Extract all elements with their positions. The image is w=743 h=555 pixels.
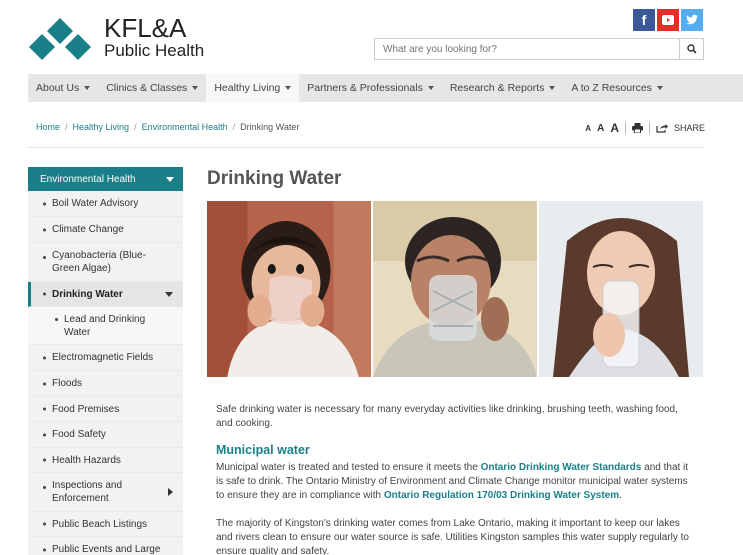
nav-research-reports[interactable]: Research & Reports — [442, 74, 564, 102]
nav-about-us[interactable]: About Us — [28, 74, 98, 102]
chevron-down-icon — [427, 86, 434, 90]
chevron-down-icon — [165, 291, 173, 297]
breadcrumb-separator: / — [65, 122, 68, 132]
breadcrumb-separator: / — [134, 122, 137, 132]
sidebar-item-electromagnetic-fields[interactable]: Electromagnetic Fields — [28, 345, 183, 371]
section-heading-municipal-water: Municipal water — [216, 443, 310, 457]
photo-child-drinking — [207, 201, 371, 377]
sidebar-item-health-hazards[interactable]: Health Hazards — [28, 448, 183, 473]
bullet-icon — [43, 356, 46, 359]
sidebar-item-inspections-and-enforcement[interactable]: Inspections and Enforcement — [28, 473, 183, 512]
chevron-right-icon — [168, 488, 173, 496]
divider — [624, 122, 626, 134]
page-tools: A A A SHARE — [585, 121, 705, 135]
search-icon — [686, 44, 697, 54]
kingston-paragraph: The majority of Kingston's drinking wate… — [216, 518, 689, 555]
sidebar-item-climate-change[interactable]: Climate Change — [28, 217, 183, 243]
photo-elder-drinking — [373, 201, 537, 377]
bullet-icon — [43, 433, 46, 436]
facebook-icon[interactable]: f — [633, 9, 655, 31]
sidebar-item-food-safety[interactable]: Food Safety — [28, 422, 183, 448]
chevron-down-icon — [549, 86, 556, 90]
social-links: f — [633, 9, 703, 31]
page-title: Drinking Water — [207, 168, 342, 189]
logo[interactable]: KFL&A Public Health — [28, 14, 218, 64]
chevron-down-icon — [285, 86, 292, 90]
sidebar-item-public-beach-listings[interactable]: Public Beach Listings — [28, 512, 183, 537]
nav-a-to-z-resources[interactable]: A to Z Resources — [563, 74, 671, 102]
breadcrumb-healthy-living[interactable]: Healthy Living — [73, 122, 130, 132]
bullet-icon — [55, 318, 58, 321]
municipal-paragraph: Municipal water is treated and tested to… — [216, 462, 689, 501]
breadcrumb: Home / Healthy Living / Environmental He… — [36, 122, 299, 132]
breadcrumb-current: Drinking Water — [240, 122, 300, 132]
bullet-icon — [43, 522, 46, 526]
youtube-icon[interactable] — [657, 9, 679, 31]
sidebar-item-cyanobacteria[interactable]: Cyanobacteria (Blue-Green Algae) — [28, 243, 183, 282]
logo-diamonds-icon — [29, 18, 91, 60]
sidebar-item-floods[interactable]: Floods — [28, 371, 183, 397]
bullet-icon — [43, 228, 46, 231]
breadcrumb-home[interactable]: Home — [36, 122, 60, 132]
font-size-medium-button[interactable]: A — [597, 123, 604, 134]
photo-woman-drinking — [539, 201, 703, 377]
font-size-small-button[interactable]: A — [585, 124, 591, 133]
nav-partners-professionals[interactable]: Partners & Professionals — [299, 74, 442, 102]
bullet-icon — [43, 486, 46, 489]
bullet-icon — [43, 407, 46, 411]
sidebar-item-boil-water-advisory[interactable]: Boil Water Advisory — [28, 191, 183, 217]
share-icon[interactable] — [656, 123, 668, 133]
share-label[interactable]: SHARE — [674, 123, 705, 133]
twitter-icon[interactable] — [681, 9, 703, 31]
chevron-down-icon — [656, 86, 663, 90]
sidebar-item-public-events[interactable]: Public Events and Large — [28, 537, 183, 555]
search-bar — [374, 38, 704, 60]
divider — [648, 122, 650, 134]
breadcrumb-separator: / — [232, 122, 236, 132]
breadcrumb-environmental-health[interactable]: Environmental Health — [142, 122, 228, 132]
logo-title: KFL&A — [104, 13, 187, 43]
nav-healthy-living[interactable]: Healthy Living — [206, 74, 300, 102]
sidebar-item-drinking-water[interactable]: Drinking Water — [28, 282, 183, 307]
main-nav: About Us Clinics & Classes Healthy Livin… — [28, 74, 743, 102]
font-size-large-button[interactable]: A — [610, 121, 619, 135]
bullet-icon — [43, 256, 46, 259]
search-input[interactable] — [375, 39, 679, 59]
search-button[interactable] — [679, 39, 703, 59]
sidebar-heading[interactable]: Environmental Health — [28, 167, 183, 191]
hero-image — [207, 201, 703, 377]
sidebar-item-food-premises[interactable]: Food Premises — [28, 397, 183, 422]
link-ontario-regulation[interactable]: Ontario Regulation 170/03 Drinking Water… — [384, 490, 619, 501]
bullet-icon — [43, 548, 46, 551]
bullet-icon — [43, 382, 46, 385]
logo-subtitle: Public Health — [104, 41, 205, 60]
divider — [28, 147, 704, 148]
chevron-down-icon — [192, 86, 199, 90]
nav-clinics-classes[interactable]: Clinics & Classes — [98, 74, 206, 102]
chevron-down-icon — [166, 176, 174, 182]
print-icon[interactable] — [631, 123, 643, 133]
sidebar-nav: Environmental Health Boil Water Advisory… — [28, 167, 183, 555]
article-body: Safe drinking water is necessary for man… — [216, 403, 696, 555]
bullet-icon — [43, 292, 46, 296]
bullet-icon — [43, 458, 46, 462]
link-ontario-drinking-water-standards[interactable]: Ontario Drinking Water Standards — [481, 462, 642, 473]
main-content: Drinking Water Safe drinking water is ne… — [207, 165, 704, 555]
chevron-down-icon — [84, 86, 91, 90]
bullet-icon — [43, 202, 46, 205]
intro-paragraph: Safe drinking water is necessary for man… — [216, 404, 678, 429]
sidebar-item-lead-and-drinking-water[interactable]: Lead and Drinking Water — [28, 307, 183, 345]
